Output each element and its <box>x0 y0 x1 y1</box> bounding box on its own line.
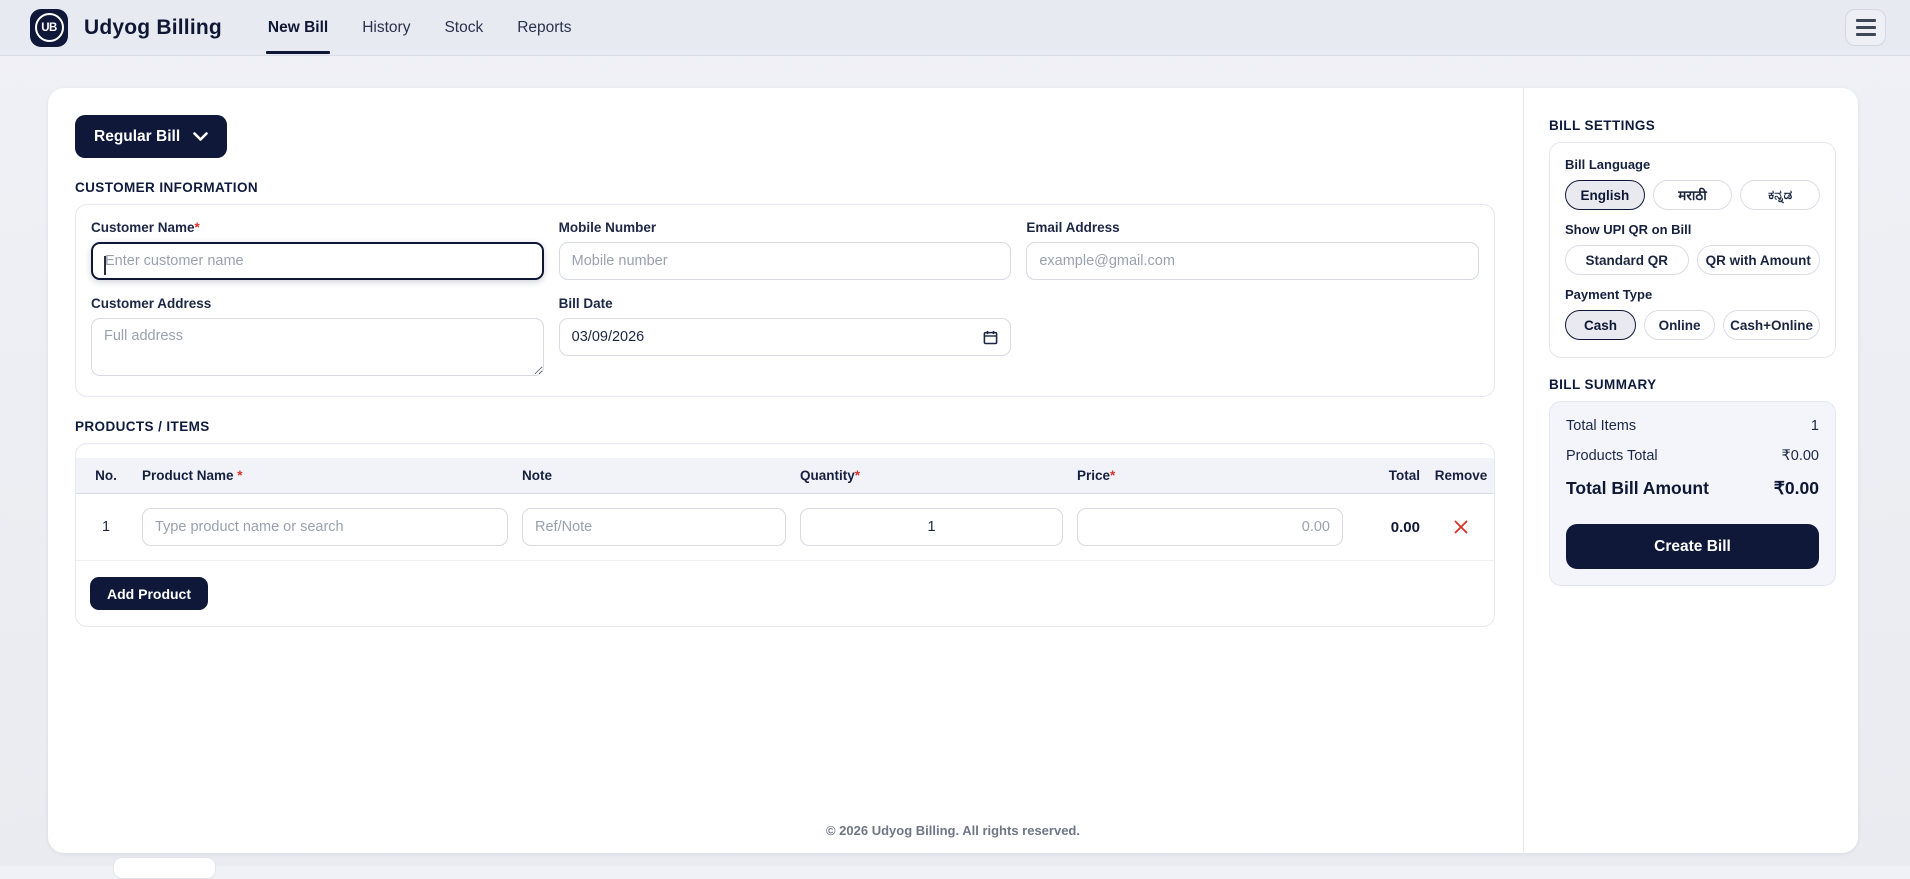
col-product-name: Product Name * <box>142 468 243 483</box>
qr-option-standard[interactable]: Standard QR <box>1565 245 1689 275</box>
customer-address-input[interactable] <box>91 318 544 376</box>
required-asterisk: * <box>194 220 200 235</box>
mobile-number-input[interactable] <box>558 242 1012 280</box>
language-option-english[interactable]: English <box>1565 180 1645 210</box>
qr-option-with-amount[interactable]: QR with Amount <box>1696 245 1820 275</box>
bill-settings-title: BILL SETTINGS <box>1549 118 1656 133</box>
payment-option-online[interactable]: Online <box>1644 310 1716 340</box>
nav-item-reports[interactable]: Reports <box>517 0 571 56</box>
calendar-icon[interactable] <box>983 330 998 345</box>
payment-type-label: Payment Type <box>1565 287 1653 302</box>
bill-settings-card: Bill Language English मराठी ಕನ್ನಡ Show U… <box>1549 142 1836 358</box>
app-logo[interactable]: UB <box>30 8 68 47</box>
chevron-down-icon <box>193 132 208 141</box>
products-total-label: Products Total <box>1566 448 1658 464</box>
copyright-text: © 2026 Udyog Billing. All rights reserve… <box>825 823 1080 838</box>
mobile-number-label: Mobile Number <box>558 220 657 235</box>
email-label: Email Address <box>1026 220 1120 235</box>
col-total: Total <box>1388 468 1420 483</box>
bill-type-label: Regular Bill <box>94 127 181 145</box>
summary-total-items: Total Items 1 <box>1566 418 1819 434</box>
hamburger-icon <box>1855 19 1876 22</box>
bill-settings-sidebar: BILL SETTINGS Bill Language English मराठ… <box>1523 88 1858 853</box>
customer-name-input[interactable] <box>91 242 544 280</box>
bottom-toast-peek <box>113 857 216 879</box>
payment-option-cash[interactable]: Cash <box>1565 310 1637 340</box>
row-number: 1 <box>101 519 111 535</box>
summary-products-total: Products Total ₹0.00 <box>1566 448 1819 464</box>
customer-name-field: Customer Name* <box>91 220 544 280</box>
bill-form-content: Regular Bill CUSTOMER INFORMATION Custom… <box>48 88 1523 853</box>
bill-summary-card: Total Items 1 Products Total ₹0.00 Total… <box>1549 401 1836 586</box>
mobile-number-field: Mobile Number <box>558 220 1012 280</box>
customer-name-label: Customer Name <box>91 220 195 235</box>
products-total-value: ₹0.00 <box>1781 448 1819 464</box>
bill-form-card: Regular Bill CUSTOMER INFORMATION Custom… <box>48 88 1858 853</box>
customer-address-field: Customer Address <box>91 296 544 381</box>
col-note: Note <box>522 468 552 483</box>
create-bill-button[interactable]: Create Bill <box>1566 524 1819 569</box>
nav-item-new-bill[interactable]: New Bill <box>265 0 331 56</box>
email-field: Email Address <box>1026 220 1479 280</box>
bill-language-options: English मराठी ಕನ್ನಡ <box>1565 180 1821 210</box>
summary-grand-total: Total Bill Amount ₹0.00 <box>1566 478 1819 499</box>
col-quantity: Quantity* <box>800 468 861 483</box>
products-panel: No. Product Name * Note Quantity* Price*… <box>75 443 1495 627</box>
app-title: Udyog Billing <box>84 15 222 39</box>
customer-info-panel: Customer Name* Mobile Number Email Addre… <box>75 204 1495 397</box>
product-row: 1 0.00 <box>76 494 1494 561</box>
nav-item-stock[interactable]: Stock <box>444 0 483 56</box>
quantity-input[interactable] <box>800 508 1063 546</box>
col-price: Price* <box>1077 468 1116 483</box>
upi-qr-options: Standard QR QR with Amount <box>1565 245 1820 275</box>
price-input[interactable] <box>1077 508 1343 546</box>
remove-x-icon <box>1454 520 1468 534</box>
customer-address-label: Customer Address <box>91 296 212 311</box>
text-caret <box>104 256 106 275</box>
bill-date-label: Bill Date <box>558 296 613 311</box>
main-nav: New Bill History Stock Reports <box>265 0 572 56</box>
remove-row-button[interactable] <box>1428 519 1494 535</box>
col-no: No. <box>95 468 117 483</box>
payment-option-cash-online[interactable]: Cash+Online <box>1723 310 1820 340</box>
col-remove: Remove <box>1434 468 1488 483</box>
nav-item-history[interactable]: History <box>362 0 410 56</box>
total-items-label: Total Items <box>1566 418 1637 434</box>
note-input[interactable] <box>522 508 786 546</box>
bill-summary-title: BILL SUMMARY <box>1549 377 1657 392</box>
bill-date-field: Bill Date 03/09/2026 <box>558 296 1012 381</box>
bill-date-input[interactable]: 03/09/2026 <box>558 318 1012 356</box>
total-items-value: 1 <box>1810 418 1819 434</box>
upi-qr-label: Show UPI QR on Bill <box>1565 222 1692 237</box>
language-option-marathi[interactable]: मराठी <box>1652 180 1733 210</box>
products-title: PRODUCTS / ITEMS <box>75 419 210 434</box>
row-total: 0.00 <box>1390 518 1420 536</box>
total-bill-amount-value: ₹0.00 <box>1773 478 1819 498</box>
menu-button[interactable] <box>1845 9 1886 46</box>
product-name-input[interactable] <box>142 508 508 546</box>
top-navbar: UB Udyog Billing New Bill History Stock … <box>0 0 1910 56</box>
add-product-button[interactable]: Add Product <box>90 577 208 610</box>
bill-date-value: 03/09/2026 <box>571 329 645 345</box>
products-table-header: No. Product Name * Note Quantity* Price*… <box>76 458 1494 494</box>
bill-type-dropdown[interactable]: Regular Bill <box>75 115 228 158</box>
customer-info-title: CUSTOMER INFORMATION <box>75 180 258 195</box>
payment-type-options: Cash Online Cash+Online <box>1565 310 1820 340</box>
logo-monogram: UB <box>34 13 64 42</box>
email-input[interactable] <box>1026 242 1479 280</box>
bill-language-label: Bill Language <box>1565 157 1651 172</box>
language-option-kannada[interactable]: ಕನ್ನಡ <box>1740 180 1821 210</box>
total-bill-amount-label: Total Bill Amount <box>1566 478 1709 498</box>
